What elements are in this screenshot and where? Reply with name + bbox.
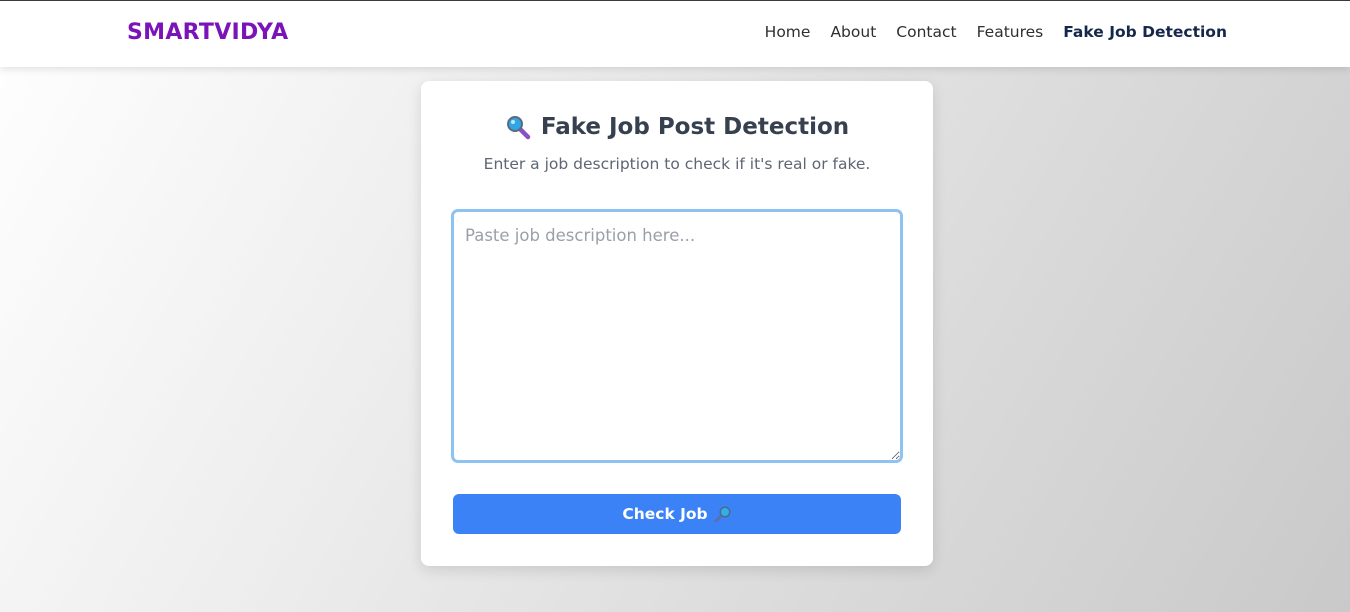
- card-subtitle: Enter a job description to check if it's…: [483, 155, 871, 173]
- nav-links: Home About Contact Features Fake Job Det…: [765, 23, 1227, 41]
- card-title: Fake Job Post Detection: [540, 114, 850, 140]
- nav-link-home[interactable]: Home: [765, 23, 811, 41]
- nav-link-fake-job-detection[interactable]: Fake Job Detection: [1063, 23, 1227, 41]
- check-job-label: Check Job: [622, 505, 708, 523]
- detection-card: Fake Job Post Detection Enter a job desc…: [421, 81, 933, 566]
- check-job-button[interactable]: Check Job: [453, 494, 901, 534]
- job-description-input[interactable]: [451, 209, 903, 463]
- nav-link-contact[interactable]: Contact: [896, 23, 956, 41]
- top-navbar: SMARTVIDYA Home About Contact Features F…: [0, 0, 1350, 67]
- nav-link-features[interactable]: Features: [977, 23, 1044, 41]
- card-header: Fake Job Post Detection: [421, 114, 933, 140]
- magnifier-icon: [714, 505, 732, 523]
- brand-logo[interactable]: SMARTVIDYA: [127, 20, 288, 45]
- nav-link-about[interactable]: About: [830, 23, 876, 41]
- magnifier-icon: [505, 114, 531, 140]
